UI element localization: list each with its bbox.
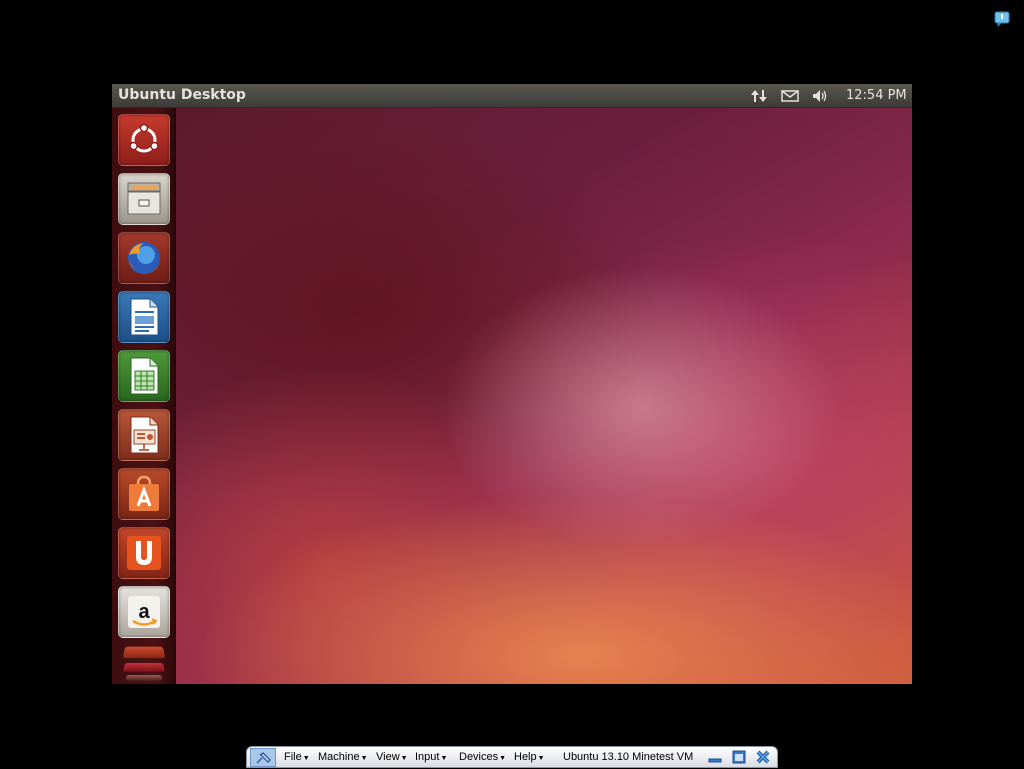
launcher-item-libreoffice-writer[interactable]	[118, 291, 170, 343]
window-title: Ubuntu Desktop	[118, 87, 246, 103]
ubuntu-one-icon	[127, 536, 161, 570]
desktop-wallpaper	[176, 108, 912, 684]
close-icon[interactable]	[755, 749, 771, 765]
launcher-item-amazon[interactable]: a	[118, 586, 170, 638]
launcher-item-libreoffice-calc[interactable]	[118, 350, 170, 402]
writer-document-icon	[130, 298, 159, 336]
launcher-item-firefox[interactable]	[118, 232, 170, 284]
launcher-item-ubuntu-software-center[interactable]	[118, 468, 170, 520]
svg-text:a: a	[138, 601, 150, 623]
launcher-folded-items[interactable]	[120, 643, 168, 683]
minimize-icon[interactable]	[707, 749, 723, 765]
menu-help[interactable]: Help▼	[514, 751, 545, 763]
unity-launcher: a	[112, 108, 176, 684]
pin-icon	[256, 752, 271, 764]
top-panel: Ubuntu Desktop 12:54 PM	[112, 84, 912, 108]
ubuntu-logo-icon	[129, 123, 159, 153]
shopping-bag-icon	[129, 475, 159, 511]
menu-view[interactable]: View▼	[376, 751, 408, 763]
menu-input[interactable]: Input▼	[415, 751, 447, 763]
impress-presentation-icon	[130, 416, 159, 454]
menu-machine[interactable]: Machine▼	[318, 751, 368, 763]
vm-name: Ubuntu 13.10 Minetest VM	[563, 751, 694, 763]
network-updown-icon[interactable]	[750, 88, 768, 104]
menu-file[interactable]: File▼	[284, 751, 310, 763]
notification-balloon-icon[interactable]	[994, 11, 1010, 27]
menu-devices[interactable]: Devices▼	[459, 751, 506, 763]
file-cabinet-icon	[127, 182, 161, 215]
calc-spreadsheet-icon	[130, 357, 159, 395]
mail-envelope-icon[interactable]	[781, 88, 799, 104]
exit-fullscreen-icon[interactable]	[731, 749, 747, 765]
launcher-item-files[interactable]	[118, 173, 170, 225]
clock[interactable]: 12:54 PM	[846, 88, 907, 103]
launcher-item-ubuntu-one[interactable]	[118, 527, 170, 579]
launcher-item-libreoffice-impress[interactable]	[118, 409, 170, 461]
volume-icon[interactable]	[812, 88, 830, 104]
virtualbox-mini-toolbar: File▼ Machine▼ View▼ Input▼ Devices▼ Hel…	[246, 746, 778, 768]
amazon-icon: a	[128, 596, 160, 628]
pin-toolbar-button[interactable]	[250, 748, 276, 767]
launcher-item-dash-home[interactable]	[118, 114, 170, 166]
firefox-icon	[128, 242, 160, 274]
vm-display[interactable]: Ubuntu Desktop 12:54 PM a	[112, 84, 912, 684]
